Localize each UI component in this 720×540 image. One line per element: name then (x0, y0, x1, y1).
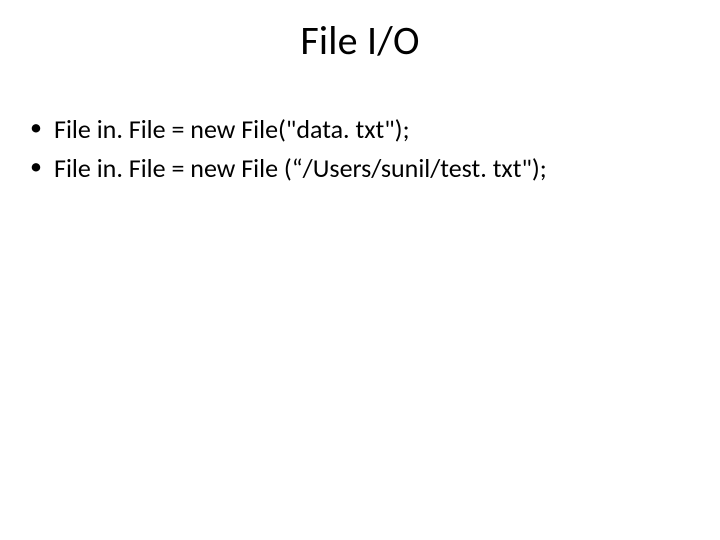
slide-body: File in. File = new File("data. txt"); F… (28, 112, 692, 190)
list-item: File in. File = new File (“/Users/sunil/… (28, 151, 692, 186)
list-item: File in. File = new File("data. txt"); (28, 112, 692, 147)
slide: File I/O File in. File = new File("data.… (0, 0, 720, 540)
slide-title: File I/O (0, 16, 720, 65)
bullet-list: File in. File = new File("data. txt"); F… (28, 112, 692, 186)
